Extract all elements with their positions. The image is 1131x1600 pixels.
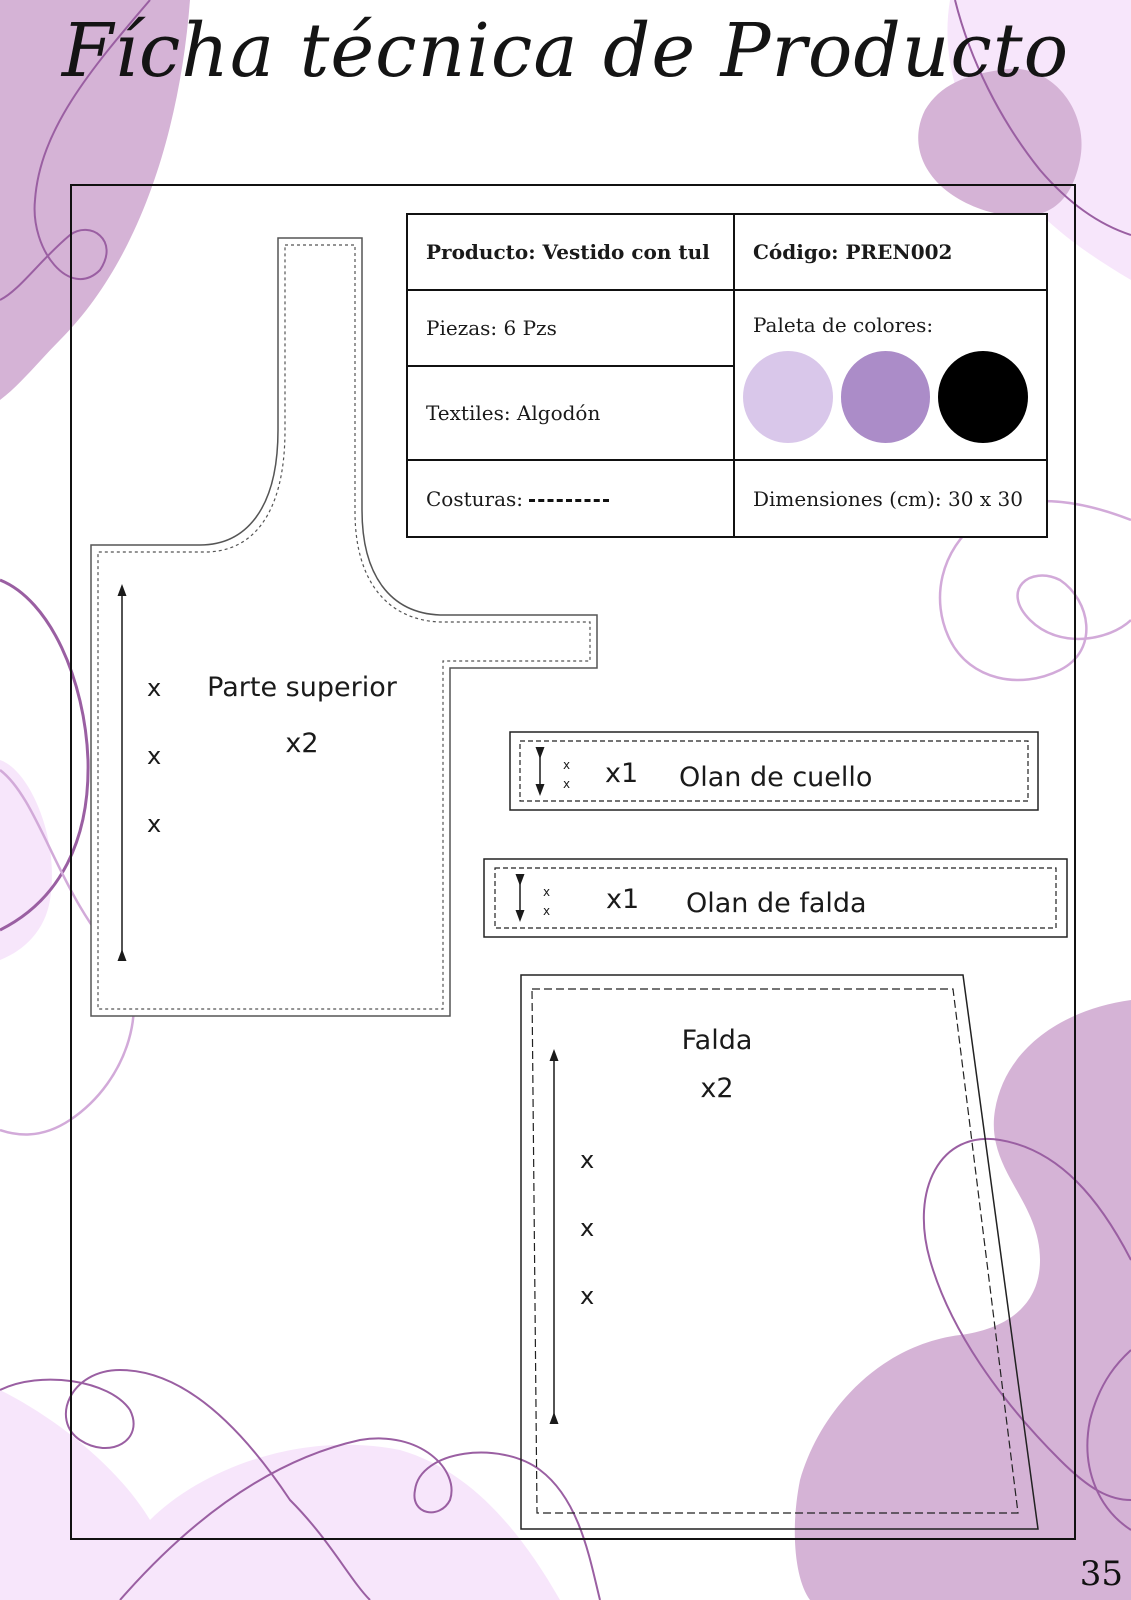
piece-name: Falda <box>682 1025 753 1056</box>
pieces-cell: Piezas: 6 Pzs <box>406 289 735 367</box>
piece-quantity: x2 <box>285 728 318 759</box>
piece-falda: Falda x2 x x x <box>520 974 1039 1530</box>
seam-line-icon <box>529 498 610 502</box>
piece-name: Olan de falda <box>686 888 867 919</box>
code-cell: Código: PREN002 <box>733 213 1048 291</box>
piece-mark: x <box>147 674 161 702</box>
palette-label: Paleta de colores: <box>753 313 934 337</box>
piece-olan-de-cuello: x x x1 Olan de cuello <box>509 731 1039 811</box>
piece-quantity: x1 <box>605 758 638 789</box>
textiles-cell: Textiles: Algodón <box>406 365 735 461</box>
seams-label: Costuras: <box>426 486 524 511</box>
seams-cell: Costuras: <box>406 459 735 538</box>
spec-table: Producto: Vestido con tul Código: PREN00… <box>406 213 1048 538</box>
color-swatch-lilac <box>743 351 833 443</box>
piece-name: Parte superior <box>207 672 398 703</box>
color-swatch-black <box>938 351 1029 443</box>
seam-allowance <box>531 988 1019 1514</box>
piece-mark: x <box>580 1146 594 1174</box>
color-swatches <box>743 351 1029 443</box>
piece-olan-de-falda: x x x1 Olan de falda <box>483 858 1068 938</box>
palette-cell: Paleta de colores: <box>733 289 1048 461</box>
document-page: Fícha técnica de Producto x x x Parte su… <box>0 0 1131 1600</box>
piece-mark: x <box>563 777 570 791</box>
piece-mark: x <box>580 1282 594 1310</box>
piece-outline <box>520 974 1039 1530</box>
dimensions-cell: Dimensiones (cm): 30 x 30 <box>733 459 1048 538</box>
page-number: 35 <box>1079 1554 1123 1594</box>
product-cell: Producto: Vestido con tul <box>406 213 735 291</box>
piece-mark: x <box>147 742 161 770</box>
piece-mark: x <box>580 1214 594 1242</box>
piece-quantity: x1 <box>606 884 639 915</box>
piece-mark: x <box>563 758 570 772</box>
piece-name: Olan de cuello <box>679 762 872 793</box>
piece-mark: x <box>543 885 550 899</box>
piece-mark: x <box>147 810 161 838</box>
piece-mark: x <box>543 904 550 918</box>
color-swatch-purple <box>840 351 931 443</box>
piece-quantity: x2 <box>700 1073 733 1104</box>
